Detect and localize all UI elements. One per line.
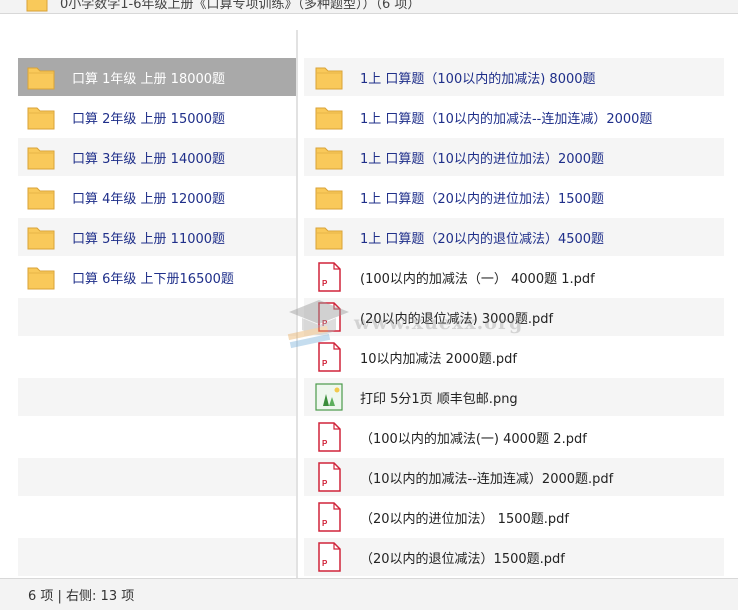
right-item-row[interactable]: P (100以内的加减法（一） 4000题 1.pdf: [304, 258, 724, 296]
svg-text:P: P: [322, 359, 328, 368]
left-item-row[interactable]: 口算 1年级 上册 18000题: [18, 58, 296, 96]
right-item-row[interactable]: 打印 5分1页 顺丰包邮.png: [304, 378, 724, 416]
svg-text:P: P: [322, 439, 328, 448]
left-item-row[interactable]: 口算 3年级 上册 14000题: [18, 138, 296, 176]
right-item-row[interactable]: P (20以内的退位减法) 3000题.pdf: [304, 298, 724, 336]
left-item-empty-row: [18, 538, 296, 576]
window-title: 0小学数学1-6年级上册《口算专项训练》（多种题型））（6 项）: [60, 0, 421, 12]
right-item-row[interactable]: 1上 口算题（100以内的加减法) 8000题: [304, 58, 724, 96]
pdf-file-icon: P: [314, 302, 344, 332]
left-item-empty-row: [18, 458, 296, 496]
pdf-file-icon: P: [314, 262, 344, 292]
left-item-row[interactable]: 口算 4年级 上册 12000题: [18, 178, 296, 216]
left-item-label: 口算 5年级 上册 11000题: [72, 231, 226, 247]
left-item-row[interactable]: 口算 2年级 上册 15000题: [18, 98, 296, 136]
folder-icon: [314, 62, 344, 92]
right-item-label: （10以内的加减法--连加连减）2000题.pdf: [360, 471, 614, 487]
folder-icon: [314, 222, 344, 252]
pdf-file-icon: P: [314, 502, 344, 532]
right-item-label: （100以内的加减法(一) 4000题 2.pdf: [360, 431, 587, 447]
folder-icon: [26, 262, 56, 292]
right-item-label: 1上 口算题（10以内的加减法--连加连减）2000题: [360, 111, 653, 127]
right-item-row[interactable]: P （20以内的进位加法） 1500题.pdf: [304, 498, 724, 536]
right-item-row[interactable]: P （10以内的加减法--连加连减）2000题.pdf: [304, 458, 724, 496]
status-bar: 6 项 | 右侧: 13 项: [0, 578, 738, 610]
pdf-file-icon: P: [314, 542, 344, 572]
folder-icon: [26, 0, 48, 13]
left-item-empty-row: [18, 298, 296, 336]
image-file-icon: [314, 382, 344, 412]
folder-icon: [26, 182, 56, 212]
right-item-row[interactable]: 1上 口算题（20以内的进位加法）1500题: [304, 178, 724, 216]
right-item-row[interactable]: 1上 口算题（10以内的进位加法）2000题: [304, 138, 724, 176]
folder-icon: [26, 222, 56, 252]
left-item-label: 口算 2年级 上册 15000题: [72, 111, 226, 127]
folder-icon: [26, 102, 56, 132]
left-item-row[interactable]: 口算 5年级 上册 11000题: [18, 218, 296, 256]
pdf-file-icon: P: [314, 342, 344, 372]
folder-icon: [314, 142, 344, 172]
svg-text:P: P: [322, 519, 328, 528]
right-item-row[interactable]: 1上 口算题（20以内的退位减法）4500题: [304, 218, 724, 256]
left-item-label: 口算 3年级 上册 14000题: [72, 151, 226, 167]
folder-icon: [314, 102, 344, 132]
left-item-row[interactable]: 口算 6年级 上下册16500题: [18, 258, 296, 296]
right-item-label: (100以内的加减法（一） 4000题 1.pdf: [360, 271, 595, 287]
right-item-row[interactable]: P 10以内加减法 2000题.pdf: [304, 338, 724, 376]
right-item-label: 1上 口算题（100以内的加减法) 8000题: [360, 71, 596, 87]
svg-text:P: P: [322, 479, 328, 488]
folder-icon: [26, 142, 56, 172]
right-item-label: 1上 口算题（20以内的进位加法）1500题: [360, 191, 605, 207]
right-item-label: 1上 口算题（10以内的进位加法）2000题: [360, 151, 605, 167]
pdf-file-icon: P: [314, 462, 344, 492]
folder-icon: [26, 62, 56, 92]
right-item-label: （20以内的进位加法） 1500题.pdf: [360, 511, 569, 527]
left-file-pane[interactable]: 口算 1年级 上册 18000题 口算 2年级 上册 15000题 口算 3年级 上…: [0, 30, 296, 578]
svg-text:P: P: [322, 559, 328, 568]
svg-text:P: P: [322, 319, 328, 328]
right-item-label: (20以内的退位减法) 3000题.pdf: [360, 311, 554, 327]
right-item-label: （20以内的退位减法）1500题.pdf: [360, 551, 565, 567]
right-item-label: 1上 口算题（20以内的退位减法）4500题: [360, 231, 605, 247]
right-item-label: 打印 5分1页 顺丰包邮.png: [360, 391, 518, 407]
svg-text:P: P: [322, 279, 328, 288]
status-text: 6 项 | 右侧: 13 项: [28, 589, 135, 604]
right-file-pane[interactable]: 1上 口算题（100以内的加减法) 8000题 1上 口算题（10以内的加减法--…: [298, 30, 738, 578]
folder-icon: [314, 182, 344, 212]
pdf-file-icon: P: [314, 422, 344, 452]
right-item-label: 10以内加减法 2000题.pdf: [360, 351, 517, 367]
left-item-label: 口算 1年级 上册 18000题: [72, 71, 226, 87]
right-item-row[interactable]: 1上 口算题（10以内的加减法--连加连减）2000题: [304, 98, 724, 136]
window-titlebar: 0小学数学1-6年级上册《口算专项训练》（多种题型））（6 项）: [0, 0, 738, 14]
left-item-label: 口算 6年级 上下册16500题: [72, 271, 234, 287]
right-item-row[interactable]: P （100以内的加减法(一) 4000题 2.pdf: [304, 418, 724, 456]
left-item-label: 口算 4年级 上册 12000题: [72, 191, 226, 207]
left-item-empty-row: [18, 378, 296, 416]
right-item-row[interactable]: P （20以内的退位减法）1500题.pdf: [304, 538, 724, 576]
